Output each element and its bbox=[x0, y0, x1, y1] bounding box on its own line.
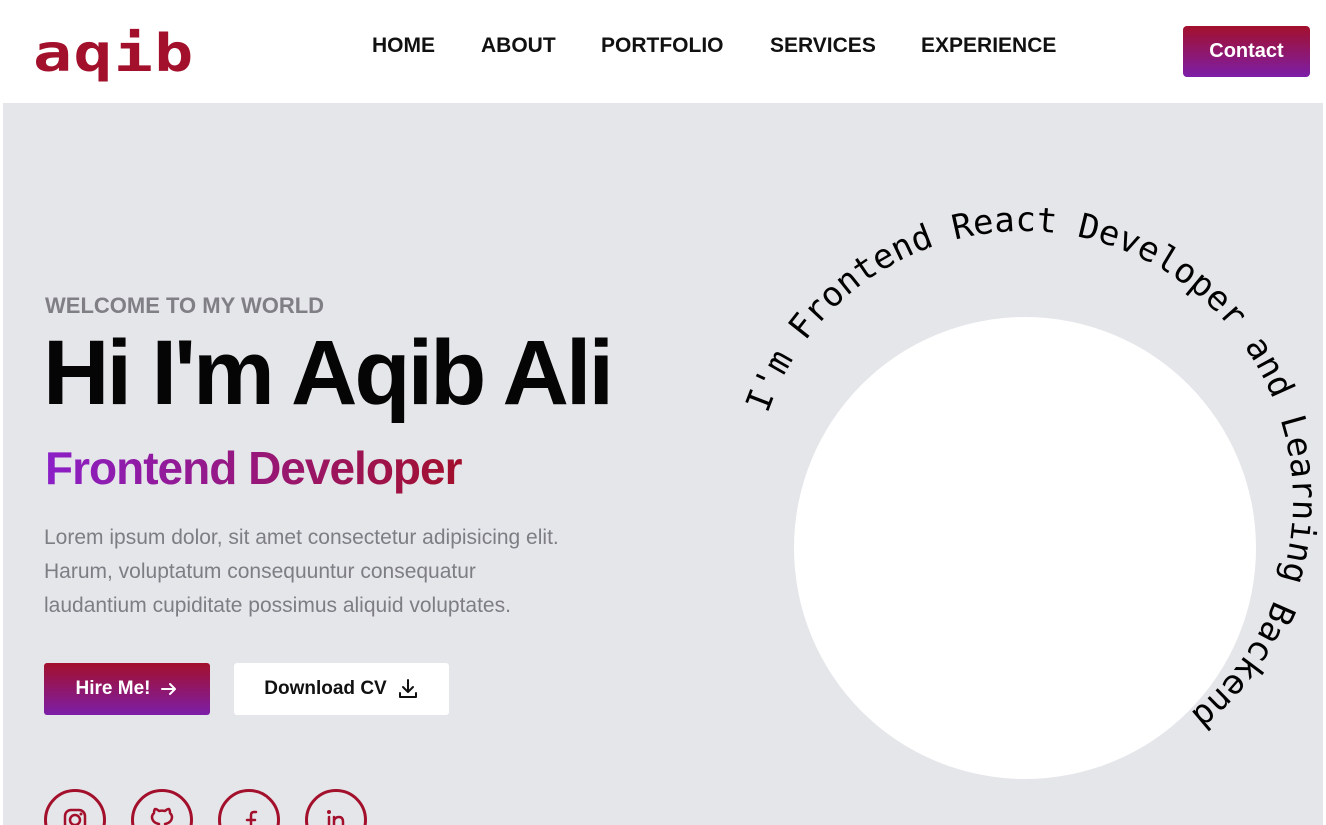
bio-line: Harum, voluptatum consequuntur consequat… bbox=[44, 560, 476, 583]
download-cv-label: Download CV bbox=[264, 678, 387, 699]
hero-eyebrow: WELCOME TO MY WORLD bbox=[45, 293, 325, 318]
nav-portfolio[interactable]: PORTFOLIO bbox=[601, 34, 724, 58]
facebook-icon bbox=[245, 810, 258, 825]
nav-experience[interactable]: EXPERIENCE bbox=[921, 34, 1056, 58]
rotating-text-circle: I'm Frontend React Developer and Learnin… bbox=[723, 201, 1323, 801]
hero-title: Hi I'm Aqib Ali bbox=[43, 322, 614, 424]
contact-button[interactable]: Contact bbox=[1183, 26, 1310, 77]
hero-role: Frontend Developer bbox=[45, 442, 463, 494]
github-icon bbox=[150, 807, 174, 825]
hire-me-button[interactable]: Hire Me! bbox=[44, 663, 210, 715]
nav-about[interactable]: ABOUT bbox=[481, 34, 556, 58]
site-logo[interactable]: aqib bbox=[33, 28, 195, 80]
bio-line: laudantium cupiditate possimus aliquid v… bbox=[44, 594, 511, 617]
bio-line: Lorem ipsum dolor, sit amet consectetur … bbox=[44, 526, 559, 549]
arrow-right-icon bbox=[161, 683, 177, 695]
download-cv-button[interactable]: Download CV bbox=[234, 663, 449, 715]
site-header: aqib HOME ABOUT PORTFOLIO SERVICES EXPER… bbox=[0, 0, 1326, 103]
nav-services[interactable]: SERVICES bbox=[770, 34, 876, 58]
instagram-link[interactable] bbox=[44, 789, 106, 825]
linkedin-link[interactable] bbox=[305, 789, 367, 825]
hero-section: WELCOME TO MY WORLD Hi I'm Aqib Ali Fron… bbox=[3, 103, 1323, 825]
hero-bio: Lorem ipsum dolor, sit amet consectetur … bbox=[44, 521, 644, 623]
nav-home[interactable]: HOME bbox=[372, 34, 435, 58]
hire-me-label: Hire Me! bbox=[75, 678, 151, 699]
facebook-link[interactable] bbox=[218, 789, 280, 825]
linkedin-icon bbox=[327, 810, 345, 825]
github-link[interactable] bbox=[131, 789, 193, 825]
instagram-icon bbox=[63, 808, 87, 825]
download-icon bbox=[398, 679, 417, 698]
